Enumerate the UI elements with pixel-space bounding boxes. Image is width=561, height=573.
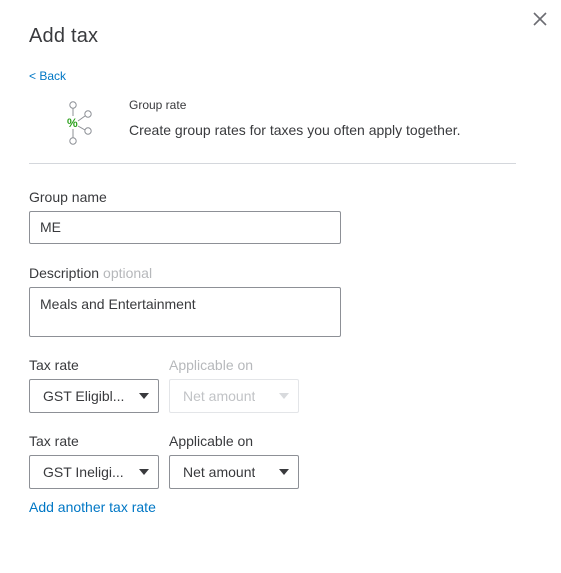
close-icon[interactable] xyxy=(530,9,550,29)
percent-symbol: % xyxy=(67,116,78,130)
group-rate-description: Create group rates for taxes you often a… xyxy=(129,122,461,138)
tax-rate-label: Tax rate xyxy=(29,433,79,449)
description-label-text: Description xyxy=(29,265,100,281)
applicable-on-select[interactable]: Net amount xyxy=(169,455,299,489)
tax-rate-select[interactable]: GST Ineligi... xyxy=(29,455,159,489)
applicable-on-select: Net amount xyxy=(169,379,299,413)
description-input[interactable]: Meals and Entertainment xyxy=(29,287,341,337)
applicable-on-value: Net amount xyxy=(183,388,256,404)
dialog-title: Add tax xyxy=(29,25,99,47)
tax-rate-value: GST Ineligi... xyxy=(43,464,124,480)
group-rate-icon: % xyxy=(64,99,96,147)
add-another-tax-rate-link[interactable]: Add another tax rate xyxy=(29,499,156,515)
group-name-label: Group name xyxy=(29,189,107,205)
description-label: Description optional xyxy=(29,265,152,281)
back-link[interactable]: < Back xyxy=(29,69,66,83)
chevron-down-icon xyxy=(139,469,149,475)
chevron-down-icon xyxy=(279,393,289,399)
applicable-on-label: Applicable on xyxy=(169,357,254,373)
optional-label: optional xyxy=(103,265,153,281)
group-name-input[interactable]: ME xyxy=(29,211,341,244)
tax-rate-select[interactable]: GST Eligibl... xyxy=(29,379,159,413)
tax-rate-label: Tax rate xyxy=(29,357,79,373)
chevron-down-icon xyxy=(139,393,149,399)
tax-rate-value: GST Eligibl... xyxy=(43,388,125,404)
divider xyxy=(29,163,516,164)
chevron-down-icon xyxy=(279,469,289,475)
group-rate-heading: Group rate xyxy=(129,98,187,112)
applicable-on-value: Net amount xyxy=(183,464,256,480)
applicable-on-label: Applicable on xyxy=(169,433,254,449)
add-tax-panel: Add tax < Back % Group rate Create group… xyxy=(0,0,561,573)
